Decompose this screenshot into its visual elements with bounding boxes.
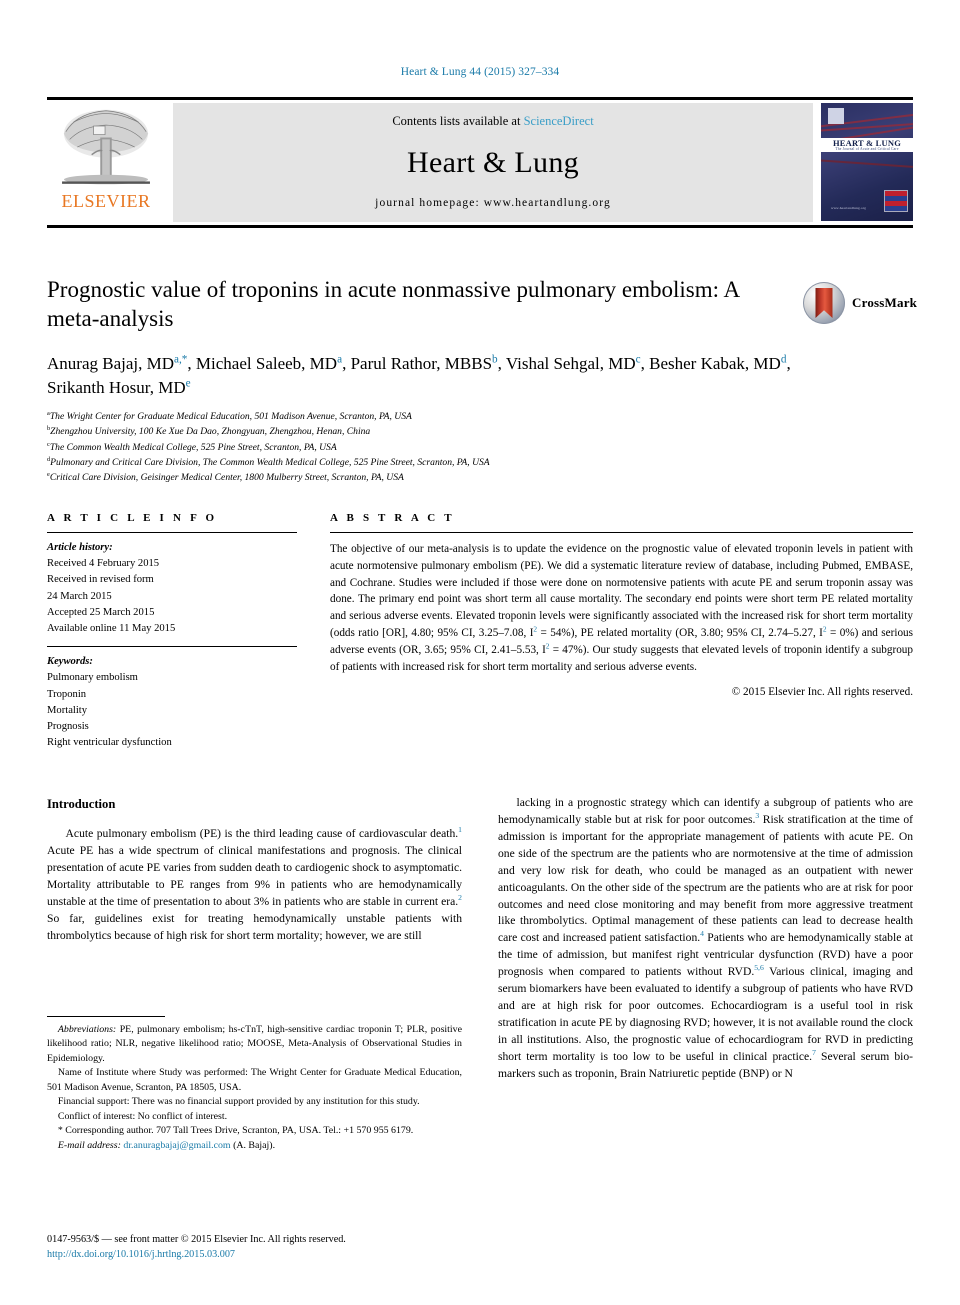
footnote-institute: Name of Institute where Study was perfor… <box>47 1067 462 1093</box>
footnote-abbreviations: Abbreviations: PE, pulmonary embolism; h… <box>47 1024 462 1064</box>
footnote-conflict-of-interest: Conflict of interest: No conflict of int… <box>57 1110 228 1122</box>
keyword-item: Pulmonary embolism <box>47 672 138 684</box>
cover-title: HEART & LUNG The Journal of Acute and Cr… <box>821 138 913 153</box>
history-item: Received 4 February 2015 <box>47 558 160 570</box>
page-title: Prognostic value of troponins in acute n… <box>47 277 739 331</box>
abstract-copyright: © 2015 Elsevier Inc. All rights reserved… <box>731 686 913 699</box>
article-info-heading: A R T I C L E I N F O <box>47 512 218 524</box>
issn-doi-block: 0147-9563/$ — see front matter © 2015 El… <box>47 1232 547 1263</box>
issn-line: 0147-9563/$ — see front matter © 2015 El… <box>47 1234 346 1245</box>
elsevier-tree-icon <box>62 109 150 185</box>
cover-url-text: www.heartandlung.org <box>831 206 866 210</box>
abstract-section: A B S T R A C T The objective of our met… <box>330 512 913 760</box>
title-block: Prognostic value of troponins in acute n… <box>47 276 917 485</box>
footnote-rule <box>47 1016 165 1017</box>
affiliation-text: The Common Wealth Medical College, 525 P… <box>49 441 337 453</box>
sciencedirect-link[interactable]: ScienceDirect <box>524 114 594 128</box>
affiliation-item: cThe Common Wealth Medical College, 525 … <box>47 440 913 455</box>
keywords-group: Keywords: Pulmonary embolism Troponin Mo… <box>47 647 297 760</box>
affiliation-item: dPulmonary and Critical Care Division, T… <box>47 455 913 470</box>
author-list: Anurag Bajaj, MDa,*, Michael Saleeb, MDa… <box>47 353 791 398</box>
contents-available-line: Contents lists available at ScienceDirec… <box>392 114 593 129</box>
footnotes-block: Abbreviations: PE, pulmonary embolism; h… <box>47 1016 462 1153</box>
info-abstract-band: A R T I C L E I N F O Article history: R… <box>47 512 913 760</box>
history-item: Received in revised form <box>47 574 154 586</box>
email-label: E-mail address: <box>57 1139 121 1151</box>
affiliation-text: Critical Care Division, Geisinger Medica… <box>49 471 404 483</box>
keyword-item: Mortality <box>47 704 88 716</box>
keyword-item: Right ventricular dysfunction <box>47 737 172 749</box>
history-item: 24 March 2015 <box>47 590 112 602</box>
history-item: Accepted 25 March 2015 <box>47 606 155 618</box>
journal-title: Heart & Lung <box>407 146 579 179</box>
history-item: Available online 11 May 2015 <box>47 623 176 635</box>
email-suffix: (A. Bajaj). <box>233 1139 276 1151</box>
keyword-item: Troponin <box>47 688 87 700</box>
elsevier-wordmark: ELSEVIER <box>61 191 151 211</box>
abstract-body: The objective of our meta-analysis is to… <box>330 543 913 673</box>
masthead-center-panel: Contents lists available at ScienceDirec… <box>173 103 813 222</box>
masthead-bottom-rule <box>47 225 913 228</box>
article-history-label: Article history: <box>47 542 113 553</box>
crossmark-icon <box>803 282 845 324</box>
footnote-email: E-mail address: dr.anuragbajaj@gmail.com… <box>47 1139 462 1153</box>
journal-masthead: ELSEVIER Contents lists available at Sci… <box>47 97 913 228</box>
doi-link[interactable]: http://dx.doi.org/10.1016/j.hrtlng.2015.… <box>47 1247 547 1262</box>
footnote-financial-support: Financial support: There was no financia… <box>57 1096 420 1108</box>
intro-paragraph-left: Acute pulmonary embolism (PE) is the thi… <box>47 825 462 942</box>
abstract-heading: A B S T R A C T <box>330 512 455 524</box>
keyword-item: Prognosis <box>47 721 89 733</box>
article-history-group: Article history: Received 4 February 201… <box>47 533 297 646</box>
affiliation-item: eCritical Care Division, Geisinger Medic… <box>47 470 913 485</box>
crossmark-badge[interactable]: CrossMark <box>803 279 917 327</box>
affiliation-text: Zhengzhou University, 100 Ke Xue Da Dao,… <box>50 426 371 438</box>
body-column-right: lacking in a prognostic strategy which c… <box>498 795 913 1083</box>
email-link[interactable]: dr.anuragbajaj@gmail.com <box>123 1140 230 1151</box>
cover-flag-icon <box>884 190 908 212</box>
journal-cover-thumbnail[interactable]: HEART & LUNG The Journal of Acute and Cr… <box>821 103 913 221</box>
affiliation-item: bZhengzhou University, 100 Ke Xue Da Dao… <box>47 424 913 439</box>
cover-subtitle: The Journal of Acute and Critical Care <box>835 147 899 152</box>
affiliation-item: aThe Wright Center for Graduate Medical … <box>47 409 913 424</box>
section-heading-introduction: Introduction <box>47 797 116 811</box>
masthead-top-rule <box>47 97 913 100</box>
crossmark-label: CrossMark <box>852 295 918 310</box>
running-head: Heart & Lung 44 (2015) 327–334 <box>400 66 560 78</box>
elsevier-logo: ELSEVIER <box>47 103 165 222</box>
affiliation-list: aThe Wright Center for Graduate Medical … <box>47 409 913 485</box>
keywords-label: Keywords: <box>47 656 93 668</box>
affiliation-text: The Wright Center for Graduate Medical E… <box>49 411 412 423</box>
footnote-corresponding-author: * Corresponding author. 707 Tall Trees D… <box>57 1125 414 1137</box>
cover-elsevier-mark <box>828 108 844 124</box>
affiliation-text: Pulmonary and Critical Care Division, Th… <box>50 456 490 468</box>
article-info-section: A R T I C L E I N F O Article history: R… <box>47 512 297 760</box>
journal-homepage-line[interactable]: journal homepage: www.heartandlung.org <box>375 197 611 209</box>
contents-prefix: Contents lists available at <box>392 114 524 128</box>
intro-paragraph-right: lacking in a prognostic strategy which c… <box>498 796 914 1080</box>
